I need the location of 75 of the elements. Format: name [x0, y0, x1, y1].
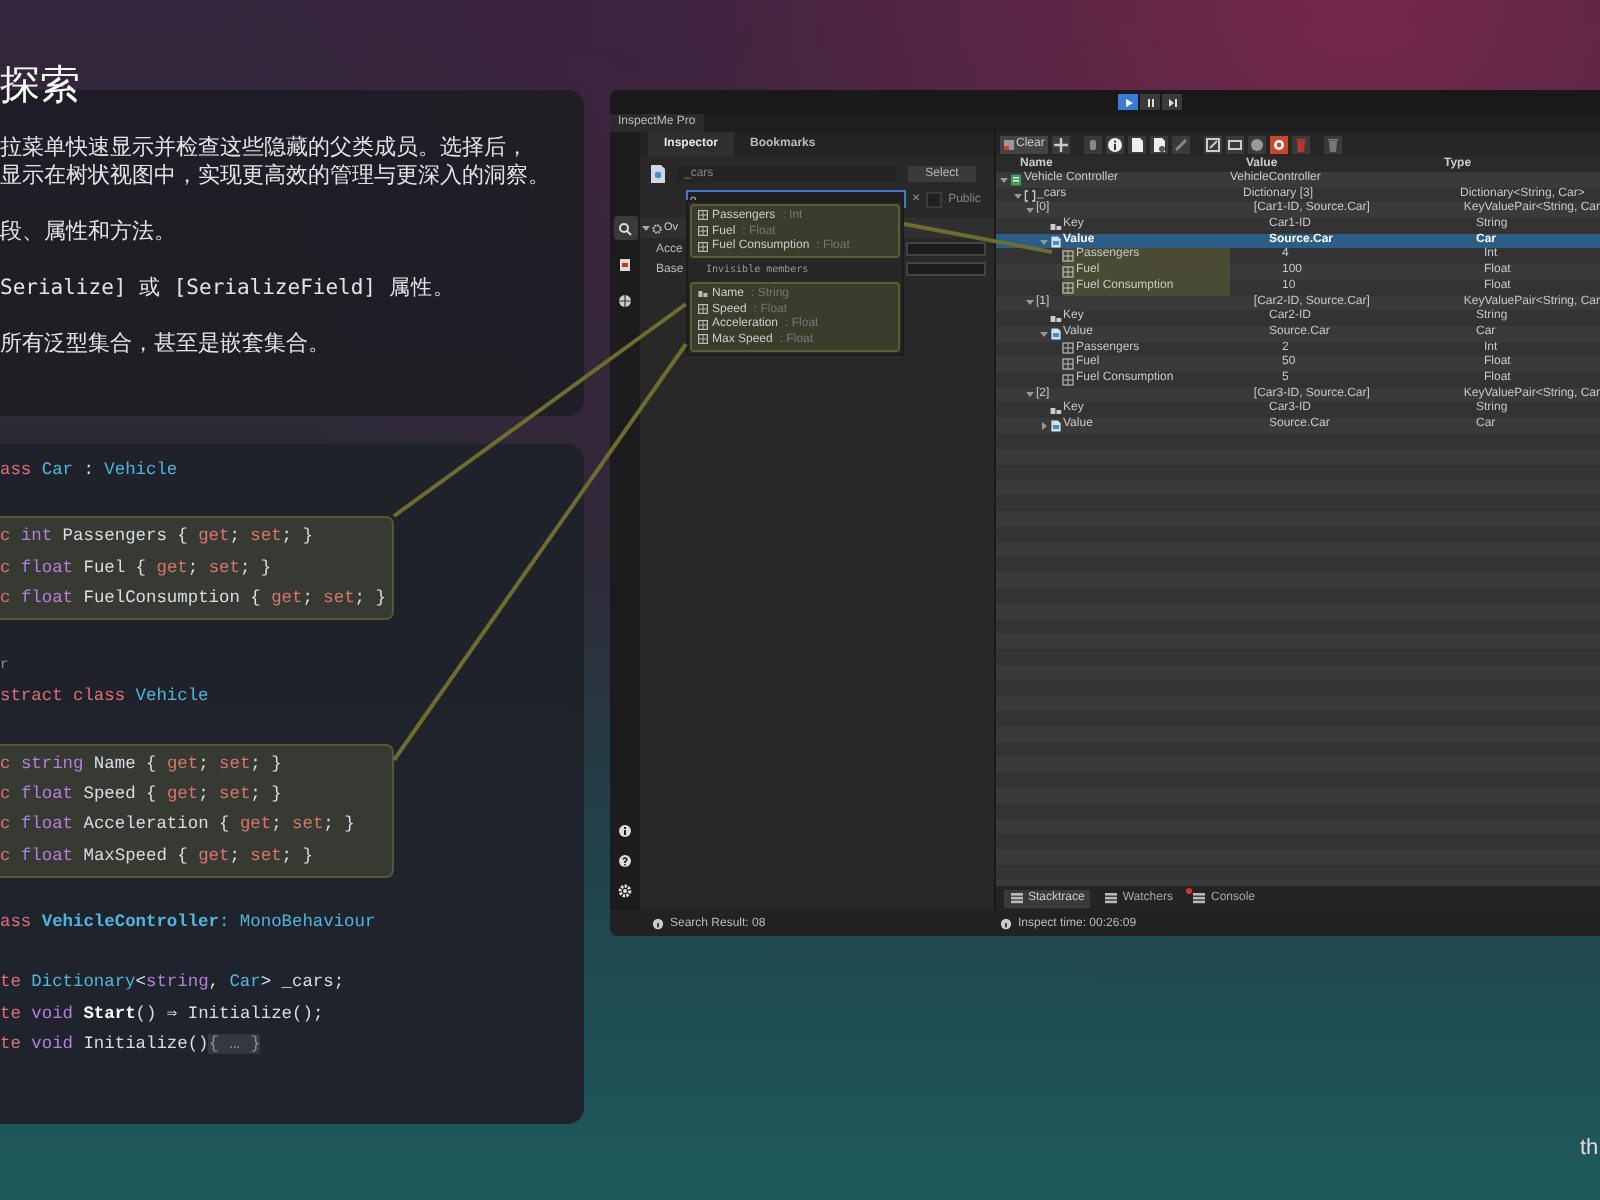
object-icon: [1049, 327, 1061, 340]
code-line: c string Name { get; set; }: [0, 751, 284, 778]
script-icon: [1010, 173, 1022, 186]
paragraph-line: Serialize] 或 [SerializeField] 属性。: [0, 274, 457, 302]
value-field[interactable]: [906, 242, 986, 256]
code-line: stract class Vehicle: [0, 684, 211, 711]
settings-icon[interactable]: [618, 884, 632, 898]
code-line: c float Speed { get; set; }: [0, 782, 284, 809]
caret-icon[interactable]: [1026, 390, 1034, 399]
play-icon: [1123, 97, 1133, 107]
code-line: te void Start() ⇒ Initialize();: [0, 1001, 326, 1028]
paragraph-line: 显示在树状视图中，实现更高效的管理与更深入的洞察。: [0, 162, 552, 190]
watch-icon: [1104, 892, 1119, 904]
object-icon: [1049, 235, 1061, 248]
caret-icon[interactable]: [1000, 175, 1008, 184]
property-icon: [1062, 342, 1074, 355]
document-icon[interactable]: [1128, 135, 1147, 153]
corner-text: th: [1580, 1136, 1600, 1160]
checkbox[interactable]: [926, 191, 943, 207]
property-icon: [698, 304, 708, 315]
step-button[interactable]: [1162, 94, 1182, 110]
play-button[interactable]: [1118, 94, 1138, 110]
document-icon[interactable]: [1150, 135, 1169, 153]
info-icon[interactable]: [1106, 135, 1125, 153]
edit-icon[interactable]: [1204, 135, 1223, 153]
paragraph-line: 拉菜单快速显示并检查这些隐藏的父类成员。选择后，: [0, 134, 530, 162]
property-icon: [698, 226, 708, 237]
stack-icon: [1010, 892, 1024, 904]
text-type-icon: [1049, 219, 1061, 232]
object-icon: [1049, 419, 1061, 432]
code-line: c float Acceleration { get; set; }: [0, 812, 357, 839]
property-icon: [698, 334, 708, 345]
help-icon[interactable]: [618, 854, 632, 868]
pause-icon: [1145, 97, 1155, 107]
pause-button[interactable]: [1140, 94, 1160, 110]
info-icon[interactable]: [618, 824, 632, 838]
info-icon: [1000, 917, 1012, 929]
property-icon: [1062, 281, 1074, 294]
text-type-icon: [698, 288, 708, 299]
info-icon: [652, 917, 664, 929]
caret-icon[interactable]: [642, 224, 650, 232]
caret-icon[interactable]: [1039, 421, 1047, 430]
code-line: te Dictionary<string, Car> _cars;: [0, 970, 347, 997]
paragraph-line: 段、属性和方法。: [0, 218, 178, 246]
code-line: c float MaxSpeed { get; set; }: [0, 843, 315, 870]
property-icon: [698, 319, 708, 330]
value-field[interactable]: [906, 262, 986, 276]
code-line: c float Fuel { get; set; }: [0, 555, 274, 582]
text-type-icon: [1049, 404, 1061, 417]
paragraph-line: 所有泛型集合，甚至是嵌套集合。: [0, 330, 332, 358]
caret-icon[interactable]: [1026, 206, 1034, 215]
frame-icon[interactable]: [1226, 135, 1245, 153]
gear-icon: [652, 223, 662, 233]
text-type-icon: [1049, 312, 1061, 325]
code-line: ass Car : Vehicle: [0, 458, 180, 484]
step-icon: [1167, 97, 1177, 107]
slide-title: 探索: [0, 62, 80, 110]
caret-icon[interactable]: [1013, 191, 1021, 200]
search-icon: [618, 221, 632, 235]
list-icon: [1023, 189, 1035, 202]
code-line: te void Initialize(){ … }: [0, 1031, 263, 1058]
caret-icon[interactable]: [1039, 329, 1047, 338]
property-icon: [698, 241, 708, 252]
search-tool[interactable]: [613, 216, 637, 240]
record-icon[interactable]: [1270, 135, 1289, 153]
property-icon: [698, 210, 708, 221]
console-icon: [1192, 892, 1207, 904]
code-line: c float FuelConsumption { get; set; }: [0, 585, 388, 612]
code-line: ass VehicleController: MonoBehaviour: [0, 909, 378, 936]
move-icon[interactable]: [1052, 135, 1071, 153]
trash-icon[interactable]: [1324, 135, 1343, 153]
document-icon: [650, 163, 666, 183]
caret-icon[interactable]: [1026, 298, 1034, 307]
code-line: c int Passengers { get; set; }: [0, 524, 315, 551]
document-icon: [618, 257, 632, 271]
